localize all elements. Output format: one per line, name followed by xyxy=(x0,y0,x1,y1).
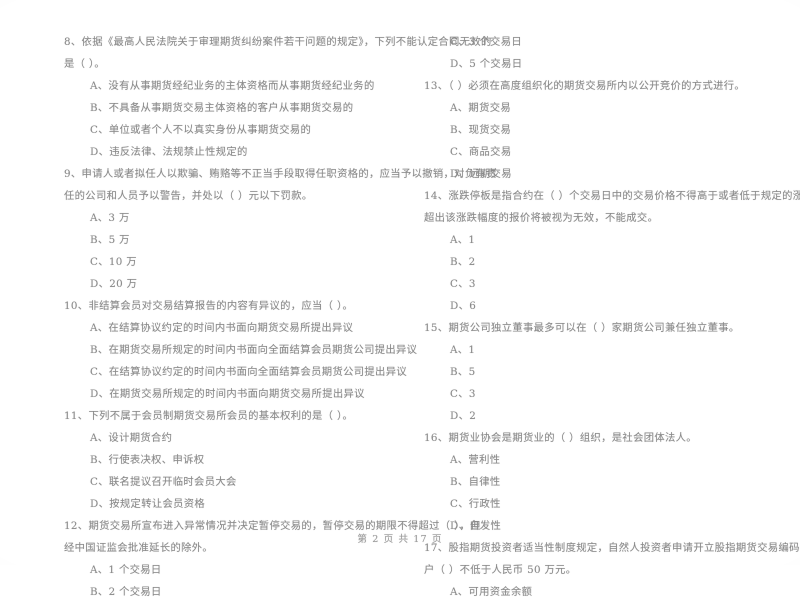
answer-option-line: A、期货交易 xyxy=(450,102,512,114)
answer-option-line: B、2 个交易日 xyxy=(90,586,162,598)
question-stem-line: 13、（ ）必须在高度组织化的期货交易所内以公开竞价的方式进行。 xyxy=(424,80,746,92)
answer-option-line: B、行使表决权、申诉权 xyxy=(90,454,205,466)
answer-option-line: B、5 万 xyxy=(90,234,130,246)
answer-option-line: A、1 xyxy=(450,234,476,246)
answer-option-line: C、3 个交易日 xyxy=(450,36,522,48)
answer-option-line: D、在期货交易所规定的时间内书面向期货交易所提出异议 xyxy=(90,388,365,400)
answer-option-line: D、2 xyxy=(450,410,477,422)
page-footer: 第 2 页 共 17 页 xyxy=(357,534,443,545)
answer-option-line: D、违反法律、法规禁止性规定的 xyxy=(90,146,248,158)
answer-option-line: A、1 xyxy=(450,344,476,356)
answer-option-line: B、现货交易 xyxy=(450,124,512,136)
question-stem-line: 14、涨跌停板是指合约在（ ）个交易日中的交易价格不得高于或者低于规定的涨跌幅度… xyxy=(424,190,800,202)
answer-option-line: C、3 xyxy=(450,388,476,400)
question-stem-continuation-line: 户（ ）不低于人民币 50 万元。 xyxy=(424,564,577,576)
answer-option-line: D、6 xyxy=(450,300,477,312)
answer-option-line: D、5 个交易日 xyxy=(450,58,523,70)
answer-option-line: C、联名提议召开临时会员大会 xyxy=(90,476,237,488)
answer-option-line: B、在期货交易所规定的时间内书面向全面结算会员期货公司提出异议 xyxy=(90,344,418,356)
answer-option-line: A、设计期货合约 xyxy=(90,432,173,444)
answer-option-line: C、行政性 xyxy=(450,498,501,510)
question-stem-continuation-line: 超出该涨跌幅度的报价将被视为无效，不能成交。 xyxy=(424,212,659,224)
left-text-column: 8、依据《最高人民法院关于审理期货纠纷案件若干问题的规定》，下列不能认定合同无效… xyxy=(64,31,497,603)
answer-option-line: B、5 xyxy=(450,366,476,378)
question-stem-continuation-line: 任的公司和人员予以警告，并处以（ ）元以下罚款。 xyxy=(64,190,313,202)
question-stem-line: 15、期货公司独立董事最多可以在（ ）家期货公司兼任独立董事。 xyxy=(424,322,740,334)
question-stem-line: 9、申请人或者拟任人以欺骗、贿赂等不正当手段取得任职资格的，应当予以撤销，对负有… xyxy=(64,168,497,180)
answer-option-line: C、在结算协议约定的时间内书面向全面结算会员期货公司提出异议 xyxy=(90,366,407,378)
question-stem-line: 10、非结算会员对交易结算报告的内容有异议的，应当（ ）。 xyxy=(64,300,354,312)
question-stem-line: 11、下列不属于会员制期货交易所会员的基本权利的是（ ）。 xyxy=(64,410,354,422)
answer-option-line: C、10 万 xyxy=(90,256,137,268)
answer-option-line: A、3 万 xyxy=(90,212,130,224)
answer-option-line: A、在结算协议约定的时间内书面向期货交易所提出异议 xyxy=(90,322,354,334)
answer-option-line: B、自律性 xyxy=(450,476,501,488)
answer-option-line: B、2 xyxy=(450,256,476,268)
answer-option-line: C、3 xyxy=(450,278,476,290)
answer-option-line: D、按规定转让会员资格 xyxy=(90,498,206,510)
answer-option-line: C、商品交易 xyxy=(450,146,512,158)
answer-option-line: A、营利性 xyxy=(450,454,501,466)
question-stem-line: 16、期货业协会是期货业的（ ）组织，是社会团体法人。 xyxy=(424,432,697,444)
two-column-body: 8、依据《最高人民法院关于审理期货纠纷案件若干问题的规定》，下列不能认定合同无效… xyxy=(0,31,800,603)
answer-option-line: C、单位或者个人不以真实身份从事期货交易的 xyxy=(90,124,312,136)
answer-option-line: A、可用资金余额 xyxy=(450,586,533,598)
scanned-page: 8、依据《最高人民法院关于审理期货纠纷案件若干问题的规定》，下列不能认定合同无效… xyxy=(0,0,800,598)
right-text-column: C、3 个交易日 D、5 个交易日 13、（ ）必须在高度组织化的期货交易所内以公开… xyxy=(424,31,800,603)
answer-option-line: A、没有从事期货经纪业务的主体资格而从事期货经纪业务的 xyxy=(90,80,375,92)
question-stem-line: 8、依据《最高人民法院关于审理期货纠纷案件若干问题的规定》，下列不能认定合同无效… xyxy=(64,36,492,48)
answer-option-line: B、不具备从事期货交易主体资格的客户从事期货交易的 xyxy=(90,102,354,114)
answer-option-line: D、20 万 xyxy=(90,278,138,290)
answer-option-line: D、远期交易 xyxy=(450,168,512,180)
question-stem-continuation-line: 是（ ）。 xyxy=(64,58,106,70)
answer-option-line: A、1 个交易日 xyxy=(90,564,162,576)
